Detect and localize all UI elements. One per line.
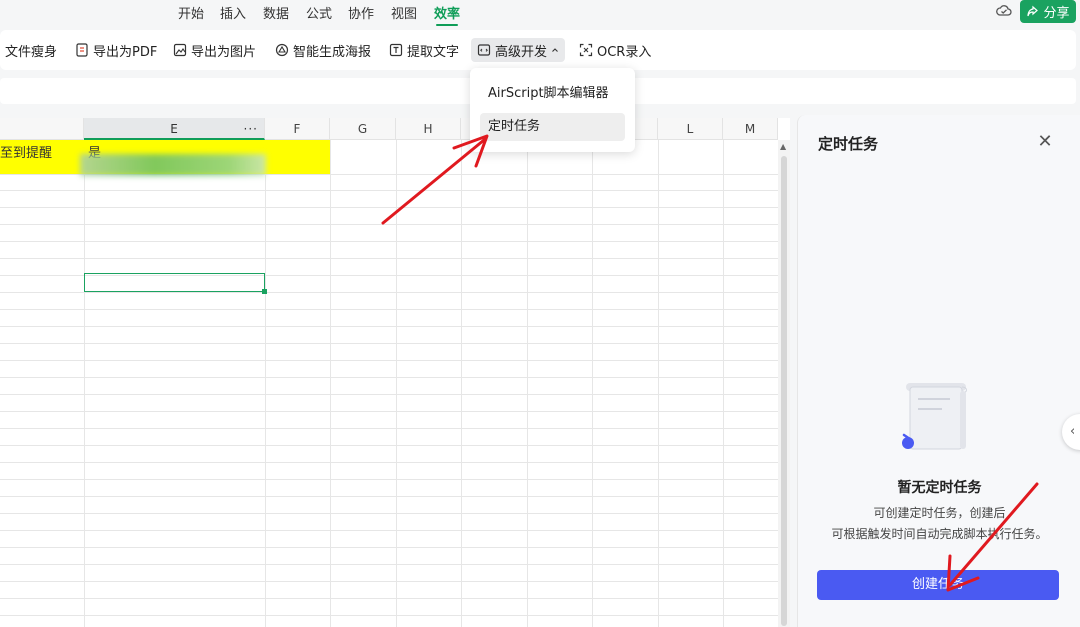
- export-pdf-label: 导出为PDF: [93, 44, 158, 60]
- tab-insert[interactable]: 插入: [220, 3, 246, 22]
- share-button[interactable]: 分享: [1020, 0, 1076, 23]
- export-pdf-button[interactable]: 导出为PDF: [75, 38, 157, 62]
- tab-data[interactable]: 数据: [263, 3, 289, 22]
- advanced-dev-label: 高级开发: [495, 44, 548, 60]
- ocr-input-button[interactable]: OCR录入: [579, 38, 651, 62]
- menu-item-scheduled-task[interactable]: 定时任务: [480, 113, 625, 141]
- create-task-button[interactable]: 创建任务: [817, 570, 1059, 600]
- grid-lines: [0, 140, 778, 627]
- selected-cell[interactable]: [84, 273, 265, 292]
- tab-start[interactable]: 开始: [178, 3, 204, 22]
- panel-title: 定时任务: [818, 135, 879, 153]
- export-image-label: 导出为图片: [191, 44, 257, 60]
- advanced-dev-button[interactable]: 高级开发: [471, 38, 566, 62]
- column-header-e[interactable]: E ···: [84, 118, 265, 140]
- export-pdf-icon: [76, 43, 88, 57]
- empty-scroll-illustration: [902, 383, 967, 450]
- empty-desc-line-2: 可根据触发时间自动完成脚本执行任务。: [831, 527, 1048, 541]
- spreadsheet-grid[interactable]: E ··· F G H I J K L M: [0, 118, 790, 627]
- poster-icon: [275, 43, 289, 57]
- empty-desc-line-1: 可创建定时任务，创建后: [873, 506, 1006, 520]
- export-image-icon: [173, 43, 187, 57]
- extract-text-icon: [389, 43, 403, 57]
- advanced-dev-dropdown: AirScript脚本编辑器 定时任务: [470, 68, 635, 152]
- tab-formula[interactable]: 公式: [306, 3, 332, 22]
- column-header-l[interactable]: L: [658, 118, 723, 140]
- file-slim-button[interactable]: 文件瘦身: [5, 38, 57, 62]
- share-icon: [1027, 5, 1039, 17]
- toolbar: 文件瘦身 导出为PDF 导出为图片 智能生成海报 提取文字 高级开发 OCR录入: [0, 30, 1076, 70]
- extract-text-button[interactable]: 提取文字: [389, 38, 459, 62]
- column-header-e-label: E: [170, 122, 178, 136]
- empty-state-description: 可创建定时任务，创建后 可根据触发时间自动完成脚本执行任务。: [798, 503, 1080, 545]
- column-header-m[interactable]: M: [723, 118, 778, 140]
- cell-d1[interactable]: 至到提醒: [0, 142, 52, 161]
- more-options-icon[interactable]: ···: [244, 118, 258, 140]
- tab-efficiency[interactable]: 效率: [434, 3, 460, 26]
- column-header-f[interactable]: F: [265, 118, 330, 140]
- file-slim-label: 文件瘦身: [5, 44, 58, 60]
- tab-view[interactable]: 视图: [391, 3, 417, 22]
- scroll-up-icon[interactable]: ▲: [780, 142, 786, 151]
- empty-state-title: 暂无定时任务: [897, 480, 982, 496]
- column-header-d[interactable]: [0, 118, 84, 140]
- chevron-up-icon: [552, 48, 558, 52]
- blurred-content: [80, 154, 266, 176]
- tab-collab[interactable]: 协作: [348, 3, 374, 22]
- vertical-scrollbar[interactable]: ▲: [778, 140, 790, 627]
- export-image-button[interactable]: 导出为图片: [173, 38, 256, 62]
- scheduled-task-panel: 定时任务 ✕ 暂无定时任务 可创建定时任务，创建后 可根据触发时间自动完成脚本执…: [797, 115, 1080, 627]
- ocr-icon: [579, 43, 593, 57]
- ocr-input-label: OCR录入: [597, 44, 652, 60]
- app-window: 开始 插入 数据 公式 协作 视图 效率 分享 文件瘦身 导出为PDF 导出为图…: [0, 0, 1080, 627]
- smart-poster-label: 智能生成海报: [293, 44, 372, 60]
- fill-handle[interactable]: [262, 289, 267, 294]
- extract-text-label: 提取文字: [407, 44, 460, 60]
- close-icon[interactable]: ✕: [1036, 133, 1054, 151]
- share-label: 分享: [1043, 6, 1070, 21]
- menu-item-airscript-editor[interactable]: AirScript脚本编辑器: [480, 80, 625, 108]
- smart-poster-button[interactable]: 智能生成海报: [275, 38, 371, 62]
- column-header-h[interactable]: H: [396, 118, 461, 140]
- menu-bar: 开始 插入 数据 公式 协作 视图 效率 分享: [0, 0, 1080, 26]
- cloud-sync-icon[interactable]: [996, 3, 1012, 17]
- scrollbar-thumb[interactable]: [781, 156, 787, 626]
- column-header-g[interactable]: G: [330, 118, 396, 140]
- dev-icon: [477, 44, 491, 56]
